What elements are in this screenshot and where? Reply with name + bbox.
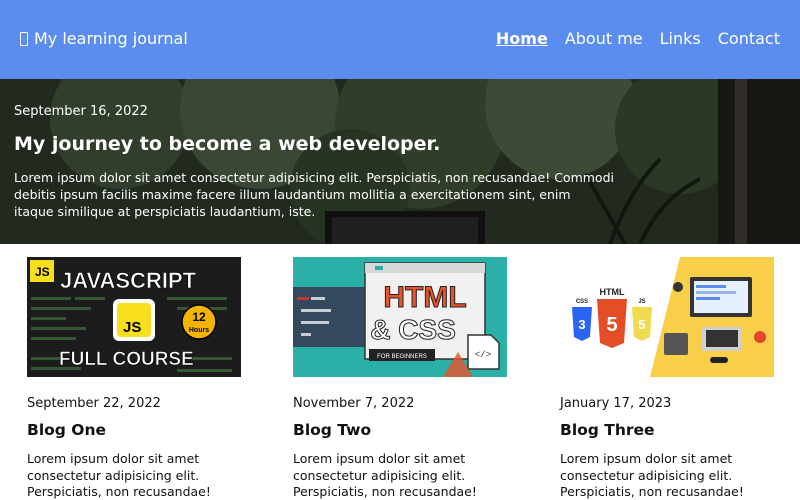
blog-two-thumbnail[interactable]: HTML & CSS FOR BEGINNERS </> — [293, 257, 507, 377]
svg-text:5: 5 — [606, 314, 617, 336]
blog-three-thumbnail[interactable]: HTML CSS JS 3 5 5 — [560, 257, 774, 377]
coffee-icon — [673, 282, 683, 292]
svg-text:5: 5 — [638, 317, 645, 332]
blog-card-3[interactable]: HTML CSS JS 3 5 5 January 17, 2023 Blog … — [560, 257, 774, 500]
post-excerpt: Lorem ipsum dolor sit amet consectetur a… — [293, 451, 477, 499]
site-brand[interactable]: My learning journal — [20, 29, 188, 48]
svg-text:Hours: Hours — [189, 327, 209, 334]
blog-card-1[interactable]: JS JAVASCRIPT JS 12 Hours FULL COURSE Se… — [27, 257, 241, 500]
plant-icon — [754, 331, 766, 343]
svg-text:</>: </> — [475, 350, 491, 360]
nav-home[interactable]: Home — [496, 29, 548, 48]
post-excerpt: Lorem ipsum dolor sit amet consectetur a… — [560, 451, 744, 499]
site-header: My learning journal Home About me Links … — [0, 0, 800, 79]
post-date: November 7, 2022 — [293, 396, 415, 411]
hero-text: Lorem ipsum dolor sit amet consectetur a… — [14, 170, 614, 219]
hero-title[interactable]: My journey to become a web developer. — [14, 133, 440, 155]
main-nav: Home About me Links Contact — [496, 29, 780, 48]
svg-text:JS: JS — [123, 319, 141, 336]
post-excerpt: Lorem ipsum dolor sit amet consectetur a… — [27, 451, 211, 499]
missing-glyph-icon — [20, 31, 28, 46]
svg-text:12: 12 — [192, 310, 206, 324]
nav-about-me[interactable]: About me — [565, 29, 643, 48]
nav-links[interactable]: Links — [660, 29, 701, 48]
thumb1-badge: JS — [35, 265, 50, 279]
hero-date: September 16, 2022 — [14, 104, 148, 119]
post-title[interactable]: Blog One — [27, 421, 241, 439]
phone-icon — [664, 333, 688, 355]
svg-text:3: 3 — [578, 317, 585, 332]
svg-text:JS: JS — [638, 299, 645, 305]
blog-card-2[interactable]: HTML & CSS FOR BEGINNERS </> November 7,… — [293, 257, 507, 500]
brand-label: My learning journal — [34, 29, 188, 48]
thumb1-line1: JAVASCRIPT — [60, 268, 197, 293]
thumb2-line1: HTML — [383, 281, 466, 314]
post-date: September 22, 2022 — [27, 396, 161, 411]
hero-featured-post[interactable]: September 16, 2022 My journey to become … — [0, 79, 800, 244]
blog-one-thumbnail[interactable]: JS JAVASCRIPT JS 12 Hours FULL COURSE — [27, 257, 241, 377]
svg-text:CSS: CSS — [576, 299, 588, 305]
post-date: January 17, 2023 — [560, 396, 672, 411]
thumb1-line2: FULL COURSE — [59, 349, 194, 370]
nav-contact[interactable]: Contact — [718, 29, 780, 48]
thumb2-sub: FOR BEGINNERS — [377, 354, 427, 360]
post-title[interactable]: Blog Two — [293, 421, 507, 439]
thumb2-line2: & CSS — [370, 314, 456, 345]
post-title[interactable]: Blog Three — [560, 421, 774, 439]
svg-text:HTML: HTML — [600, 287, 625, 297]
glasses-icon — [710, 357, 728, 363]
